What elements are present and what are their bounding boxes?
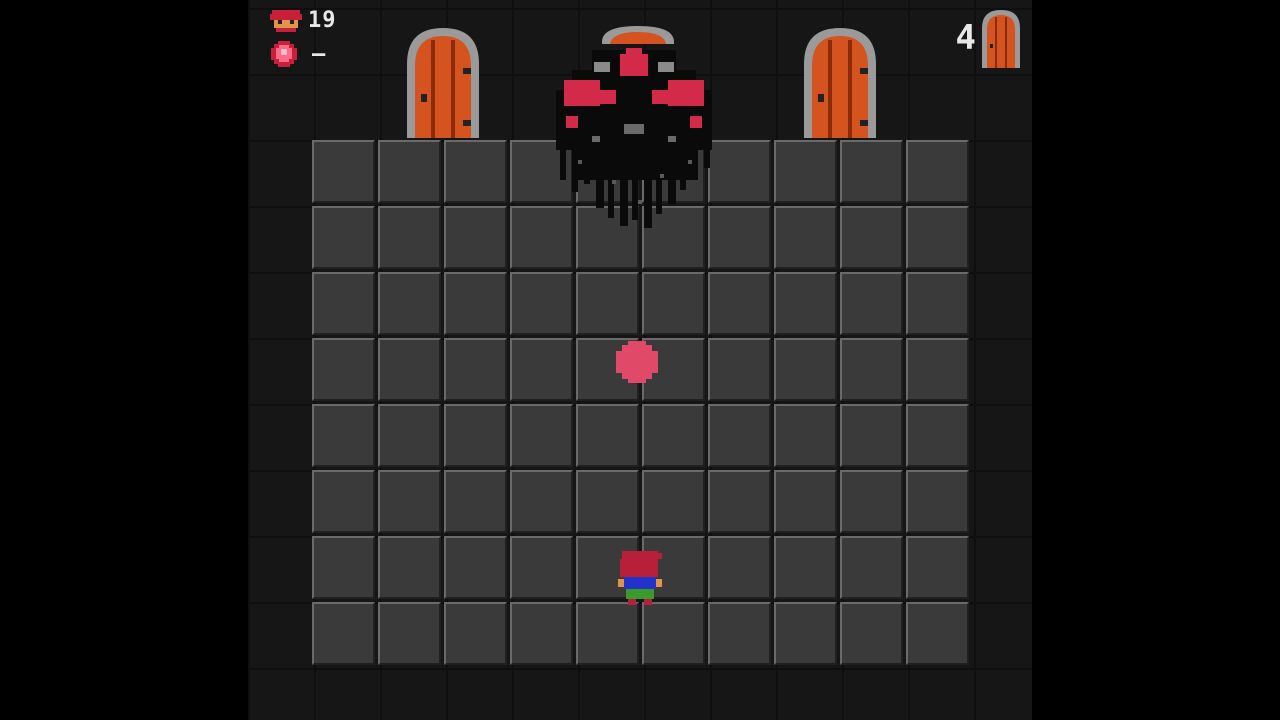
floor-tile	[708, 470, 771, 533]
pink-orb-icon	[271, 41, 297, 67]
floor-tile	[906, 470, 969, 533]
floor-tile	[444, 404, 507, 467]
orb-count: –	[312, 41, 326, 67]
floor-tile	[312, 140, 375, 203]
floor-tile	[708, 602, 771, 665]
floor-tile	[576, 272, 639, 335]
door-right[interactable]	[800, 24, 880, 138]
floor-tile	[510, 602, 573, 665]
floor-tile	[774, 206, 837, 269]
floor-tile	[378, 272, 441, 335]
floor-tile	[774, 470, 837, 533]
floor-tile	[444, 272, 507, 335]
hud-orbs: –	[270, 40, 325, 68]
floor-tile	[906, 338, 969, 401]
floor-tile	[906, 272, 969, 335]
floor-tile	[708, 536, 771, 599]
floor-tile	[642, 470, 705, 533]
floor-tile	[774, 536, 837, 599]
floor-tile	[840, 338, 903, 401]
floor-tile	[312, 470, 375, 533]
floor-tile	[444, 536, 507, 599]
boss-projectile-orb	[616, 341, 658, 383]
doors-remaining-count: 4	[955, 18, 976, 58]
player-head-icon	[270, 9, 302, 32]
floor-tile	[312, 536, 375, 599]
player-character[interactable]	[618, 551, 662, 605]
floor-tile	[840, 602, 903, 665]
floor-tile	[444, 338, 507, 401]
floor-tile	[576, 602, 639, 665]
floor-tile	[312, 272, 375, 335]
floor-tile	[708, 404, 771, 467]
floor-tile	[576, 404, 639, 467]
door-icon	[982, 10, 1020, 68]
floor-tile	[642, 272, 705, 335]
floor-tile	[840, 272, 903, 335]
floor-tile	[576, 470, 639, 533]
floor-tile	[840, 140, 903, 203]
floor-tile	[906, 602, 969, 665]
boss-shadow-creature	[556, 48, 712, 228]
floor-tile	[840, 206, 903, 269]
floor-tile	[510, 272, 573, 335]
floor-tile	[444, 140, 507, 203]
door-left[interactable]	[403, 24, 483, 138]
floor-tile	[378, 470, 441, 533]
game-viewport[interactable]: 19 – 4	[248, 0, 1032, 720]
floor-tile	[906, 206, 969, 269]
floor-tile	[510, 536, 573, 599]
floor-tile	[642, 602, 705, 665]
floor-tile	[774, 272, 837, 335]
lives-count: 19	[308, 8, 337, 33]
floor-tile	[840, 536, 903, 599]
floor-tile	[378, 536, 441, 599]
floor-tile	[510, 338, 573, 401]
floor-tile	[510, 470, 573, 533]
hud-lives: 19	[270, 8, 337, 33]
floor-tile	[444, 206, 507, 269]
floor-tile	[378, 404, 441, 467]
floor-tile	[774, 140, 837, 203]
floor-tile	[312, 206, 375, 269]
floor-tile	[774, 338, 837, 401]
floor-tile	[378, 140, 441, 203]
floor-tile	[840, 404, 903, 467]
floor-tile	[906, 404, 969, 467]
floor-tile	[510, 404, 573, 467]
floor-tile	[906, 536, 969, 599]
floor-tile	[642, 404, 705, 467]
floor-tile	[444, 470, 507, 533]
floor-tile	[378, 602, 441, 665]
floor-tile	[444, 602, 507, 665]
floor-tile	[906, 140, 969, 203]
floor-tile	[708, 272, 771, 335]
floor-tile	[774, 602, 837, 665]
floor-tile	[774, 404, 837, 467]
floor-tile	[708, 338, 771, 401]
floor-tile	[378, 206, 441, 269]
floor-tile	[312, 602, 375, 665]
hud-doors-remaining: 4	[956, 8, 1022, 68]
floor-tile	[378, 338, 441, 401]
floor-tile	[312, 338, 375, 401]
floor-tile	[312, 404, 375, 467]
floor-tile	[840, 470, 903, 533]
